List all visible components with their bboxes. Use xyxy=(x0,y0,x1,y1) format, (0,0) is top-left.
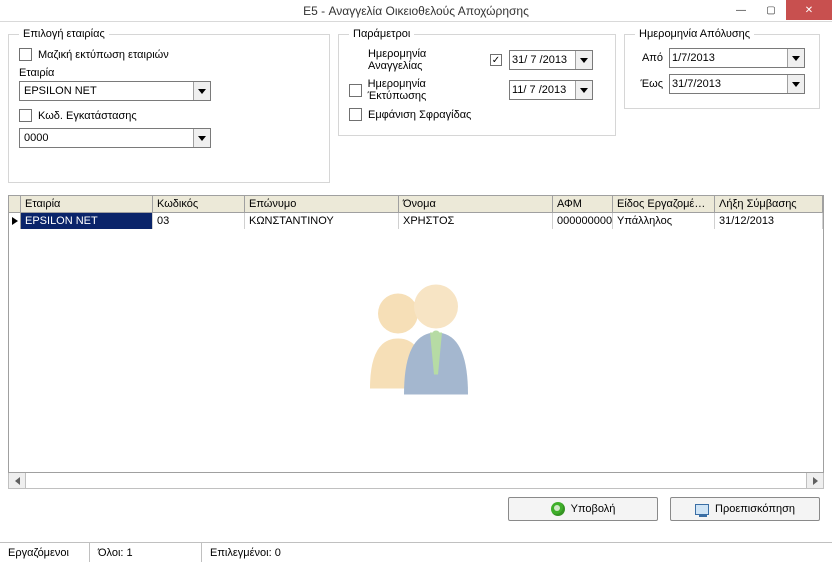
company-label: Εταιρία xyxy=(19,67,319,79)
company-input[interactable] xyxy=(20,82,193,100)
print-date-enable-checkbox[interactable] xyxy=(349,84,362,97)
print-date-input[interactable] xyxy=(510,81,575,99)
status-total-label: Όλοι: xyxy=(98,547,123,559)
horizontal-scrollbar[interactable] xyxy=(8,472,824,489)
chevron-down-icon[interactable] xyxy=(193,82,210,100)
chevron-down-icon[interactable] xyxy=(193,129,210,147)
dismissal-date-legend: Ημερομηνία Απόλυσης xyxy=(635,28,754,40)
show-stamp-checkbox[interactable] xyxy=(349,108,362,121)
grid-header: Εταιρία Κωδικός Επώνυμο Όνομα ΑΦΜ Είδος … xyxy=(9,196,823,213)
row-indicator-icon xyxy=(9,213,21,229)
chevron-down-icon[interactable] xyxy=(787,49,804,67)
chevron-down-icon[interactable] xyxy=(787,75,804,93)
mass-print-checkbox[interactable] xyxy=(19,48,32,61)
mass-print-label: Μαζική εκτύπωση εταιριών xyxy=(38,49,169,61)
table-row[interactable]: EPSILON NET 03 ΚΩΝΣΤΑΝΤΙΝΟΥ ΧΡΗΣΤΟΣ 0000… xyxy=(9,213,823,229)
show-stamp-label: Εμφάνιση Σφραγίδας xyxy=(368,109,471,121)
status-total-value: 1 xyxy=(127,547,133,559)
chevron-down-icon[interactable] xyxy=(575,81,592,99)
monitor-icon xyxy=(695,504,709,515)
to-label: Έως xyxy=(635,78,663,90)
announce-date-inline-checkbox[interactable] xyxy=(490,54,502,66)
maximize-button[interactable]: ▢ xyxy=(756,0,786,20)
submit-button-label: Υποβολή xyxy=(571,503,616,515)
column-header[interactable]: Εταιρία xyxy=(21,196,153,213)
parameters-legend: Παράμετροι xyxy=(349,28,414,40)
scroll-right-icon[interactable] xyxy=(806,473,823,488)
minimize-button[interactable]: — xyxy=(726,0,756,20)
employees-grid[interactable]: Εταιρία Κωδικός Επώνυμο Όνομα ΑΦΜ Είδος … xyxy=(8,195,824,473)
column-header[interactable]: Είδος Εργαζομένου xyxy=(613,196,715,213)
from-date-input[interactable] xyxy=(670,49,787,67)
announce-date-input[interactable] xyxy=(510,51,575,69)
cell-company[interactable]: EPSILON NET xyxy=(21,213,153,229)
cell-name[interactable]: ΧΡΗΣΤΟΣ xyxy=(399,213,553,229)
to-date-picker[interactable] xyxy=(669,74,805,94)
people-watermark-icon xyxy=(346,278,486,401)
print-date-picker[interactable] xyxy=(509,80,593,100)
scroll-left-icon[interactable] xyxy=(9,473,26,488)
dismissal-date-groupbox: Ημερομηνία Απόλυσης Από Έως xyxy=(624,28,820,109)
announce-date-picker[interactable] xyxy=(509,50,593,70)
branch-code-checkbox[interactable] xyxy=(19,109,32,122)
branch-code-label: Κωδ. Εγκατάστασης xyxy=(38,110,137,122)
branch-code-input[interactable] xyxy=(20,129,193,147)
column-header[interactable]: Επώνυμο xyxy=(245,196,399,213)
branch-code-combobox[interactable] xyxy=(19,128,211,148)
window-titlebar: E5 - Αναγγελία Οικειοθελούς Αποχώρησης —… xyxy=(0,0,832,22)
status-selected-value: 0 xyxy=(275,547,281,559)
company-groupbox: Επιλογή εταιρίας Μαζική εκτύπωση εταιριώ… xyxy=(8,28,330,183)
company-group-legend: Επιλογή εταιρίας xyxy=(19,28,109,40)
cell-code[interactable]: 03 xyxy=(153,213,245,229)
cell-surname[interactable]: ΚΩΝΣΤΑΝΤΙΝΟΥ xyxy=(245,213,399,229)
close-button[interactable]: ✕ xyxy=(786,0,832,20)
cell-type[interactable]: Υπάλληλος xyxy=(613,213,715,229)
preview-button[interactable]: Προεπισκόπηση xyxy=(670,497,820,521)
company-combobox[interactable] xyxy=(19,81,211,101)
column-header[interactable]: ΑΦΜ xyxy=(553,196,613,213)
to-date-input[interactable] xyxy=(670,75,787,93)
preview-button-label: Προεπισκόπηση xyxy=(715,503,795,515)
cell-afm[interactable]: 000000000 xyxy=(553,213,613,229)
submit-button[interactable]: Υποβολή xyxy=(508,497,658,521)
from-date-picker[interactable] xyxy=(669,48,805,68)
cell-contract-end[interactable]: 31/12/2013 xyxy=(715,213,823,229)
window-title: E5 - Αναγγελία Οικειοθελούς Αποχώρησης xyxy=(303,4,529,18)
globe-icon xyxy=(551,502,565,516)
column-header[interactable]: Λήξη Σύμβασης xyxy=(715,196,823,213)
chevron-down-icon[interactable] xyxy=(575,51,592,69)
from-label: Από xyxy=(635,52,663,64)
column-header[interactable]: Κωδικός xyxy=(153,196,245,213)
parameters-groupbox: Παράμετροι Ημερομηνία Αναγγελίας Ημερομη… xyxy=(338,28,616,136)
status-employees-label: Εργαζόμενοι xyxy=(0,543,90,562)
announce-date-label: Ημερομηνία Αναγγελίας xyxy=(368,48,483,72)
column-header[interactable]: Όνομα xyxy=(399,196,553,213)
status-selected-label: Επιλεγμένοι: xyxy=(210,547,272,559)
print-date-label: Ημερομηνία Έκτύπωσης xyxy=(368,78,483,102)
status-bar: Εργαζόμενοι Όλοι: 1 Επιλεγμένοι: 0 xyxy=(0,542,832,562)
